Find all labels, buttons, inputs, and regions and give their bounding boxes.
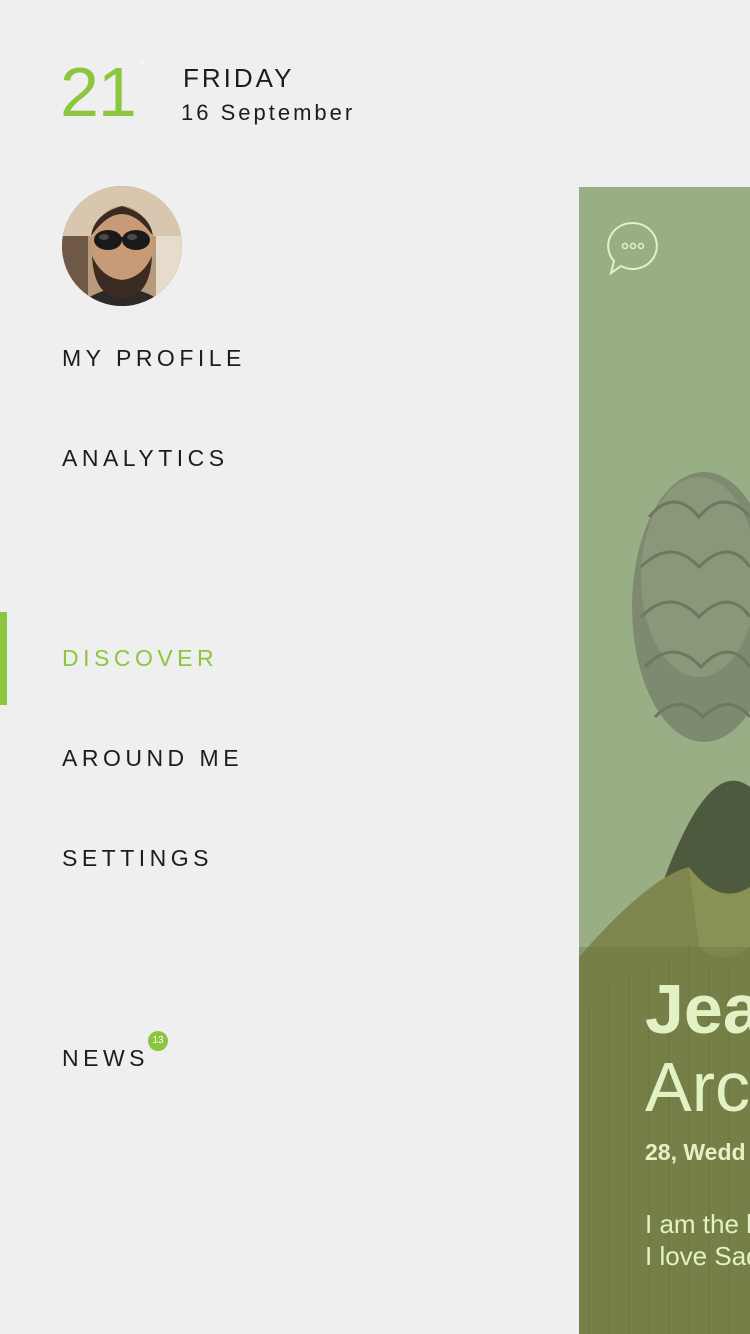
menu-item-discover[interactable]: DISCOVER bbox=[62, 645, 218, 672]
profile-last-name: Arc bbox=[645, 1048, 750, 1126]
avatar[interactable] bbox=[62, 186, 182, 306]
profile-bio-line-2: I love Sad bbox=[645, 1241, 750, 1271]
active-indicator bbox=[0, 612, 7, 705]
date-full: 16 September bbox=[181, 100, 356, 125]
date-degree-mark: ° bbox=[140, 56, 146, 72]
profile-subtitle: 28, Wedd bbox=[645, 1139, 746, 1165]
date-day-number: 21 bbox=[60, 53, 137, 131]
profile-first-name: Jea bbox=[645, 970, 750, 1048]
menu-item-settings[interactable]: SETTINGS bbox=[62, 845, 213, 872]
news-count-badge: 13 bbox=[148, 1031, 168, 1051]
side-menu-screen: 21 ° FRIDAY 16 September MY PROFILE ANAL… bbox=[0, 0, 750, 1334]
date-weekday: FRIDAY bbox=[183, 63, 295, 93]
profile-bio-line-1: I am the b bbox=[645, 1209, 750, 1239]
menu-item-around-me[interactable]: AROUND ME bbox=[62, 745, 243, 772]
menu-item-my-profile[interactable]: MY PROFILE bbox=[62, 345, 246, 372]
discover-profile-card[interactable]: Jea Arc 28, Wedd I am the b I love Sad bbox=[579, 187, 750, 1334]
chat-bubble-icon[interactable] bbox=[607, 221, 659, 275]
avatar-photo bbox=[62, 186, 182, 306]
menu-item-news[interactable]: NEWS bbox=[62, 1045, 149, 1072]
menu-item-analytics[interactable]: ANALYTICS bbox=[62, 445, 229, 472]
